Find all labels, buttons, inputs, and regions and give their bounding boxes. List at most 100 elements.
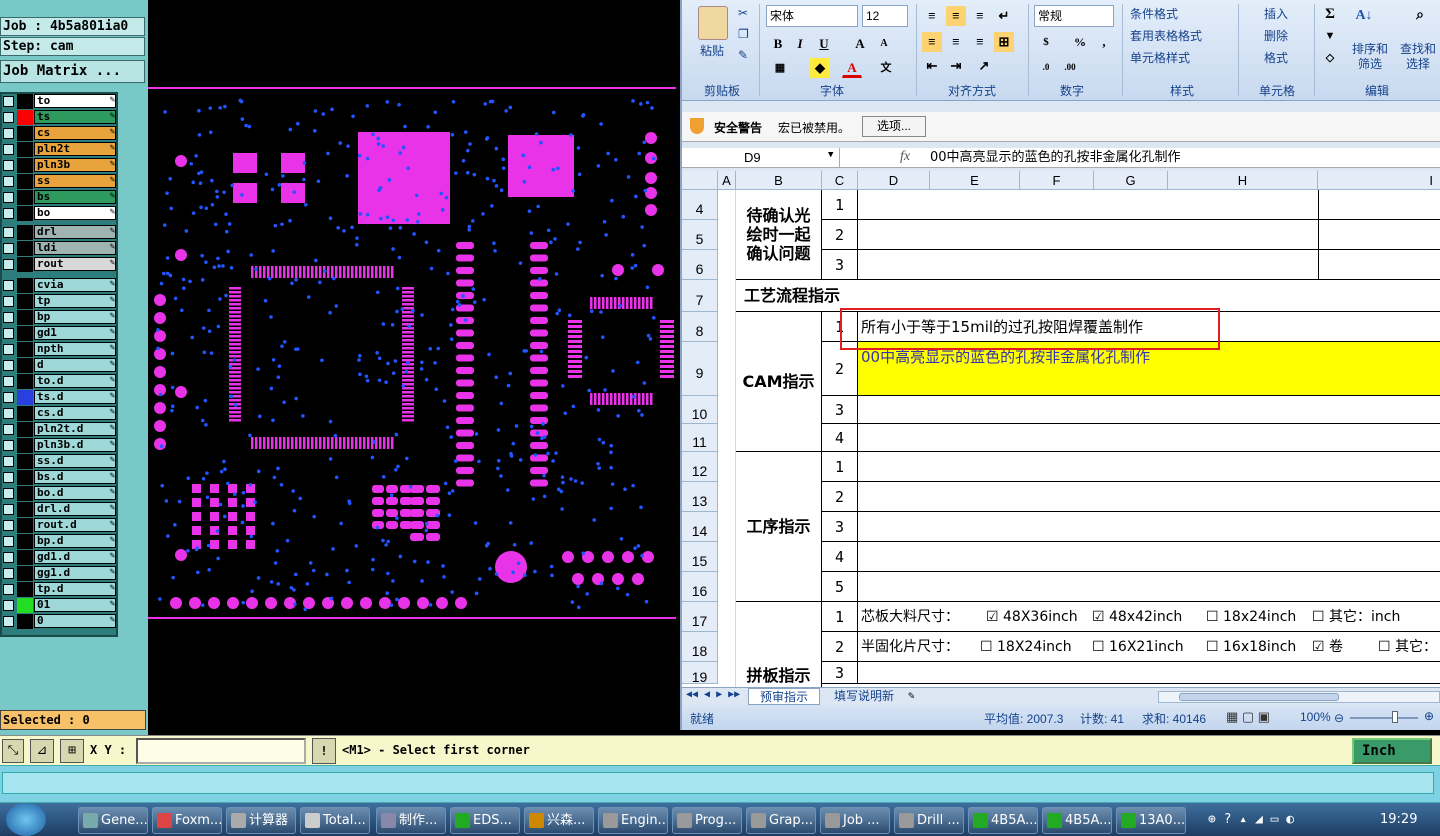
option-checkbox[interactable]: ☑ [1092, 609, 1109, 625]
taskbar-item[interactable]: Foxm... [152, 807, 222, 834]
wrap-text-icon[interactable]: ↵ [994, 6, 1014, 26]
layer-color-swatch[interactable] [17, 110, 33, 125]
option-checkbox[interactable]: ☐ [1206, 609, 1223, 625]
copy-icon[interactable]: ❐ [738, 27, 749, 41]
row-header[interactable]: 7 [682, 280, 718, 312]
horizontal-scrollbar[interactable] [1158, 691, 1440, 703]
taskbar-item[interactable]: 制作... [376, 807, 446, 834]
column-header[interactable]: D [858, 171, 930, 190]
option-checkbox[interactable]: ☑ [1312, 639, 1329, 655]
scroll-thumb[interactable] [1179, 693, 1339, 701]
cell[interactable] [858, 220, 1440, 250]
layer-row[interactable]: tp ✎ [2, 294, 118, 309]
layer-row[interactable]: ldi ✎ [2, 241, 118, 256]
comma-icon[interactable]: , [1094, 32, 1114, 52]
layer-color-swatch[interactable] [17, 438, 33, 453]
size-option[interactable]: ☑ 48x42inch [1092, 602, 1182, 631]
layer-checkbox[interactable] [3, 96, 14, 107]
layer-row[interactable]: bp ✎ [2, 310, 118, 325]
layer-row[interactable]: tp.d ✎ [2, 582, 118, 597]
conditional-format-button[interactable]: 条件格式 [1130, 5, 1178, 22]
layer-name[interactable]: d [34, 358, 116, 372]
zoom-out-icon[interactable]: ⊖ [1334, 711, 1344, 725]
option-checkbox[interactable]: ☐ [980, 639, 997, 655]
border-icon[interactable]: ▦ [770, 58, 790, 78]
layer-row[interactable]: ts.d ✎ [2, 390, 118, 405]
cell[interactable] [858, 572, 1440, 602]
layer-name[interactable]: ss.d [34, 454, 116, 468]
row-header[interactable]: 13 [682, 482, 718, 512]
font-name-select[interactable]: 宋体 [766, 5, 858, 27]
taskbar-item[interactable]: Grap... [746, 807, 816, 834]
layer-name[interactable]: gg1.d [34, 566, 116, 580]
panel-row-prepreg[interactable]: 半固化片尺寸： ☐ 18X24inch ☐ 16X21inch ☐ 16x18inch… [858, 632, 1440, 662]
cam-instruction-2-selected[interactable]: 00中高亮显示的蓝色的孔按非金属化孔制作 [858, 342, 1440, 396]
cell-style-button[interactable]: 单元格样式 [1130, 49, 1190, 66]
layer-checkbox[interactable] [3, 472, 14, 483]
layer-checkbox[interactable] [3, 488, 14, 499]
layer-checkbox[interactable] [3, 112, 14, 123]
alert-icon[interactable]: ! [312, 738, 336, 764]
chevron-down-icon[interactable]: ▼ [828, 150, 833, 160]
layer-color-swatch[interactable] [17, 582, 33, 597]
layer-color-swatch[interactable] [17, 390, 33, 405]
view-mode-icons[interactable]: ▦ ▢ ▣ [1226, 709, 1270, 725]
row-header[interactable]: 17 [682, 602, 718, 632]
layer-name[interactable]: bs [34, 190, 116, 204]
layer-row[interactable]: cs.d ✎ [2, 406, 118, 421]
option-checkbox[interactable]: ☐ [1206, 639, 1223, 655]
cell[interactable] [858, 662, 1440, 684]
layer-name[interactable]: gd1.d [34, 550, 116, 564]
column-header[interactable]: A [718, 171, 736, 190]
layer-row[interactable]: cs ✎ [2, 126, 118, 141]
taskbar-item[interactable]: Gene... [78, 807, 148, 834]
layer-name[interactable]: 01 [34, 598, 116, 612]
layer-checkbox[interactable] [3, 312, 14, 323]
layer-checkbox[interactable] [3, 584, 14, 595]
layer-name[interactable]: gd1 [34, 326, 116, 340]
layer-color-swatch[interactable] [17, 502, 33, 517]
row-number[interactable]: 3 [822, 512, 858, 542]
layer-color-swatch[interactable] [17, 94, 33, 109]
increase-indent-icon[interactable]: ⇥ [946, 56, 966, 76]
layer-checkbox[interactable] [3, 344, 14, 355]
cell[interactable] [858, 396, 1440, 424]
layer-name[interactable]: to.d [34, 374, 116, 388]
cell[interactable] [858, 250, 1440, 280]
layer-checkbox[interactable] [3, 520, 14, 531]
layer-row[interactable]: drl.d ✎ [2, 502, 118, 517]
layer-name[interactable]: drl.d [34, 502, 116, 516]
layer-row[interactable]: ts ✎ [2, 110, 118, 125]
layer-name[interactable]: bo [34, 206, 116, 220]
layer-checkbox[interactable] [3, 376, 14, 387]
layer-name[interactable]: rout.d [34, 518, 116, 532]
xy-input[interactable] [136, 738, 306, 764]
layer-name[interactable]: pln3b [34, 158, 116, 172]
column-header[interactable]: I [1318, 171, 1440, 190]
phonetic-icon[interactable]: 文 [876, 58, 896, 78]
fill-color-icon[interactable]: ◆ [810, 58, 830, 78]
layer-row[interactable]: drl ✎ [2, 225, 118, 240]
layer-name[interactable]: 0 [34, 614, 116, 628]
underline-button[interactable]: U [814, 34, 834, 54]
layer-color-swatch[interactable] [17, 294, 33, 309]
size-option[interactable]: ☐ 16X21inch [1092, 632, 1184, 661]
sheet-tab[interactable]: 填写说明新 [824, 688, 904, 705]
job-matrix-button[interactable]: Job Matrix ... [0, 60, 145, 83]
layer-checkbox[interactable] [3, 128, 14, 139]
layer-row[interactable]: 01 ✎ [2, 598, 118, 613]
size-option[interactable]: ☐ 18x24inch [1206, 602, 1296, 631]
row-header[interactable]: 16 [682, 572, 718, 602]
option-checkbox[interactable]: ☐ [1312, 609, 1329, 625]
layer-name[interactable]: ts.d [34, 390, 116, 404]
option-checkbox[interactable]: ☐ [1378, 639, 1395, 655]
layer-color-swatch[interactable] [17, 310, 33, 325]
align-right-icon[interactable]: ≡ [970, 32, 990, 52]
layer-color-swatch[interactable] [17, 534, 33, 549]
size-option[interactable]: ☐ 18X24inch [980, 632, 1072, 661]
layer-row[interactable]: pln2t ✎ [2, 142, 118, 157]
merge-icon[interactable]: ⊞ [994, 32, 1014, 52]
layer-name[interactable]: drl [34, 225, 116, 239]
layer-name[interactable]: ldi [34, 241, 116, 255]
cell[interactable] [858, 452, 1440, 482]
